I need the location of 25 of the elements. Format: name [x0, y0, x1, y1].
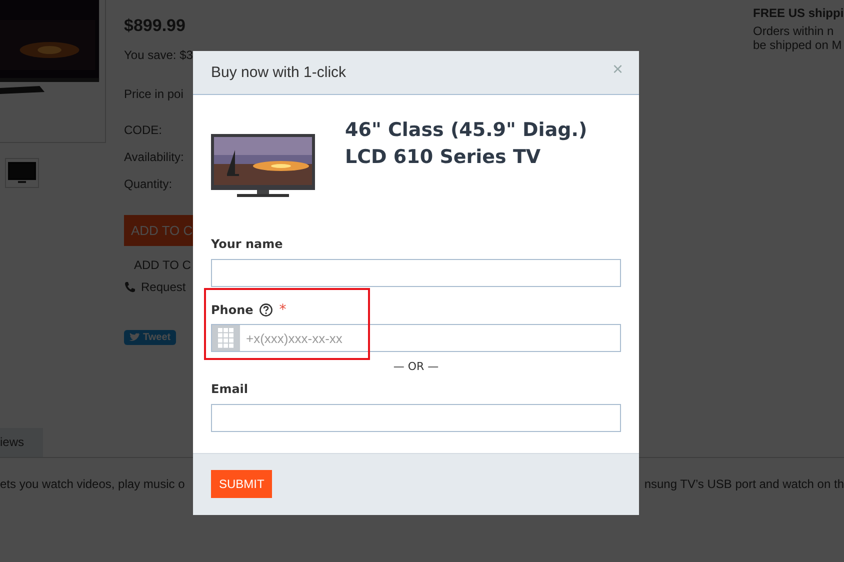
- field-label: Your name: [211, 237, 284, 251]
- savings-text: You save: $3: [124, 48, 193, 62]
- spec-label: Availability:: [124, 150, 184, 164]
- submit-button[interactable]: SUBMIT: [211, 470, 272, 498]
- required-mark: *: [279, 302, 286, 318]
- input-field[interactable]: [211, 259, 621, 287]
- description-text: nsung TV’s USB port and watch on th: [644, 477, 844, 491]
- shipping-text: Orders within n: [753, 24, 835, 38]
- request-link[interactable]: Request: [141, 280, 186, 294]
- separator-text: — OR —: [392, 360, 440, 373]
- spec-label: Quantity:: [124, 177, 172, 191]
- field-label: Email: [211, 382, 250, 396]
- points-label: Price in poi: [124, 87, 184, 101]
- field-label: Phone: [211, 303, 254, 317]
- product-name: 46" Class (45.9" Diag.) LCD 610 Series TV: [345, 118, 588, 170]
- input-field[interactable]: [211, 404, 621, 432]
- close-button[interactable]: ×: [612, 59, 623, 80]
- shipping-text: be shipped on M: [753, 38, 843, 52]
- add-to-wishlist-link[interactable]: ADD TO C: [134, 258, 191, 272]
- shipping-title: FREE US shippi: [753, 6, 844, 20]
- price: $899.99: [124, 16, 186, 36]
- dialog-title: Buy now with 1-click: [211, 64, 346, 81]
- spec-label: CODE:: [124, 123, 162, 137]
- help-icon[interactable]: [259, 303, 274, 317]
- description-text: ets you watch videos, play music o: [0, 477, 185, 491]
